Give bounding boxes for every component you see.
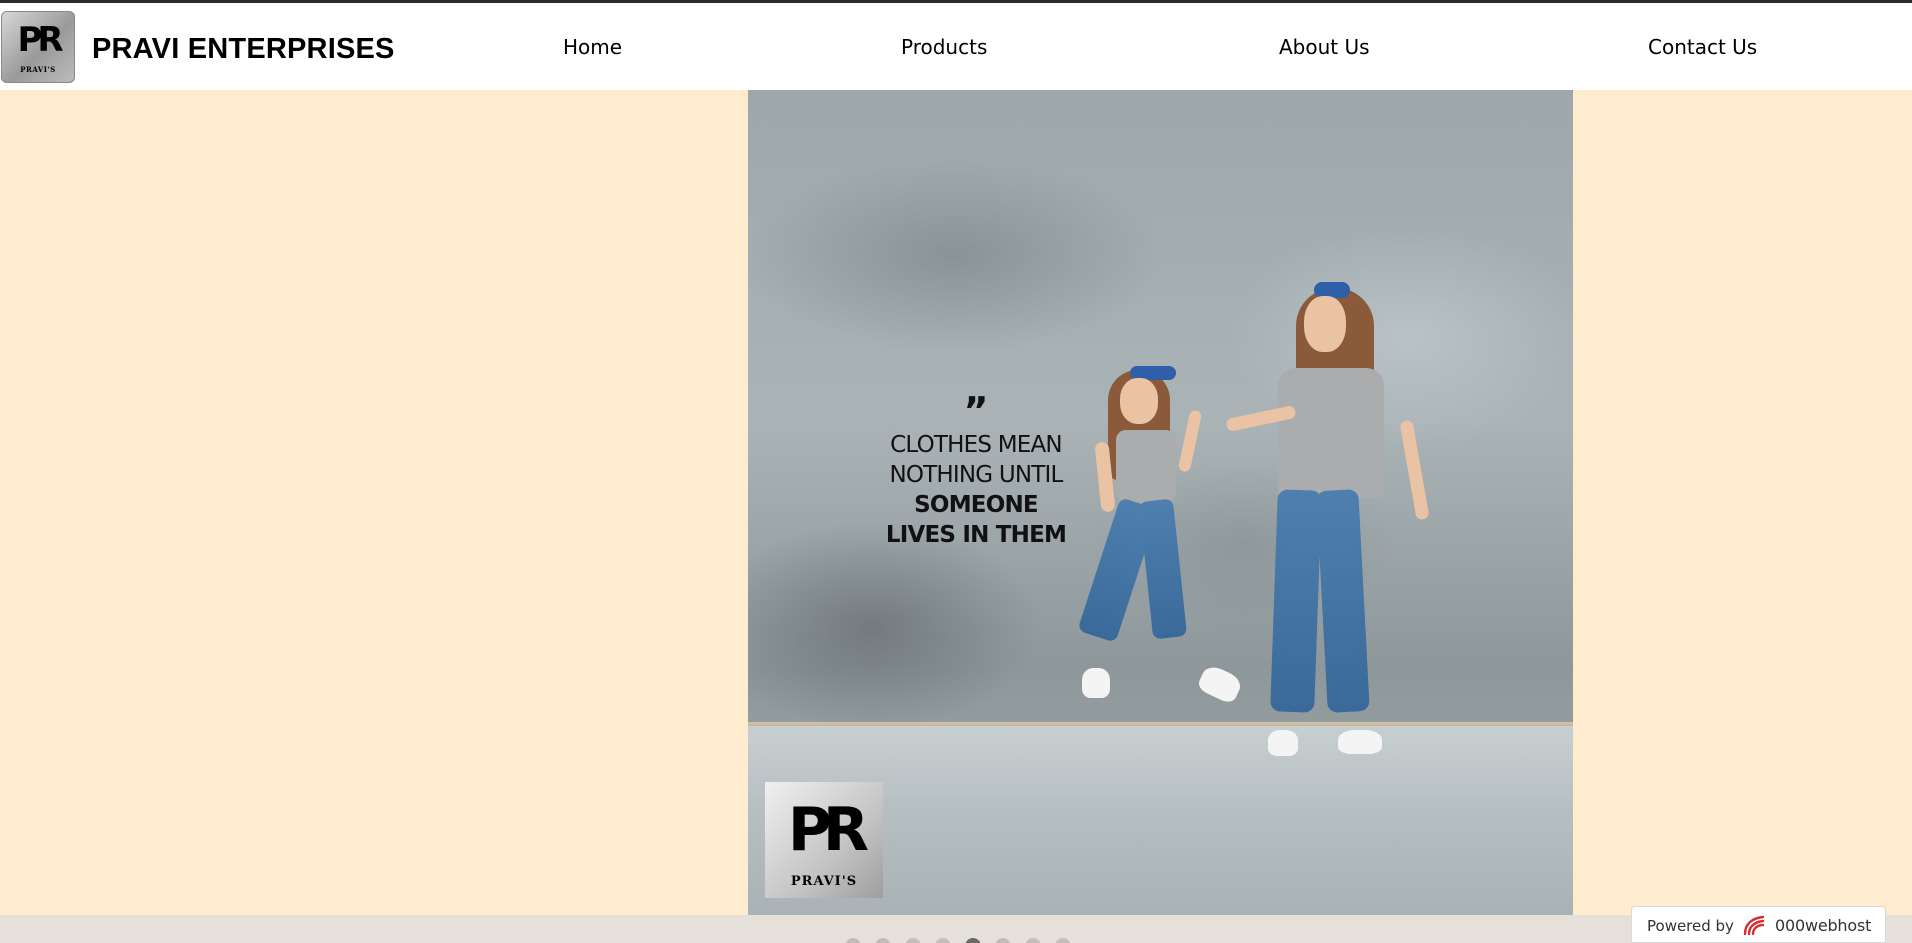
logo-subtext: PRAVI'S [20,65,56,74]
hero-slide-image: ” CLOTHES MEAN NOTHING UNTIL SOMEONE LIV… [748,90,1573,915]
nav-link-about-us[interactable]: About Us [1279,35,1370,59]
slide-logo-subtext: PRAVI'S [790,874,858,889]
quote-line: CLOTHES MEAN [890,432,1062,458]
woman-shirt [1278,368,1384,498]
carousel-controls-strip [0,915,1912,943]
logo-mark: PR [17,20,63,60]
woman-face [1304,296,1346,352]
nav-link-products[interactable]: Products [901,35,987,59]
woman-leg [1316,489,1370,713]
site-header: PR PRAVI'S PRAVI ENTERPRISES Home Produc… [0,3,1912,90]
child-shirt [1116,430,1176,502]
woman-shoe [1338,730,1382,754]
child-shoe [1195,662,1245,706]
quote-line: NOTHING UNTIL [889,462,1063,488]
nav-link-contact-us[interactable]: Contact Us [1648,35,1757,59]
quote-mark-icon: ” [963,389,989,433]
brand-logo[interactable]: PR PRAVI'S [1,11,75,83]
000webhost-logo-icon [1743,915,1765,936]
nav-link-home[interactable]: Home [563,35,622,59]
slide-logo-mark: PR [787,795,869,865]
site-title[interactable]: PRAVI ENTERPRISES [92,33,395,66]
child-arm [1177,409,1203,473]
quote-line: SOMEONE [914,492,1038,518]
hero-quote: ” CLOTHES MEAN NOTHING UNTIL SOMEONE LIV… [876,389,1076,550]
powered-by-label: Powered by [1647,917,1734,935]
child-shoe [1082,668,1110,698]
woman-leg [1270,489,1322,713]
woman-shoe [1268,730,1298,756]
quote-line: LIVES IN THEM [885,522,1067,548]
slide-brand-logo: PR PRAVI'S [765,782,883,898]
child-leg [1138,498,1188,640]
powered-by-badge[interactable]: Powered by 000webhost [1631,906,1886,943]
child-face [1120,378,1158,424]
woman-arm [1399,419,1430,521]
host-name: 000webhost [1775,916,1872,935]
